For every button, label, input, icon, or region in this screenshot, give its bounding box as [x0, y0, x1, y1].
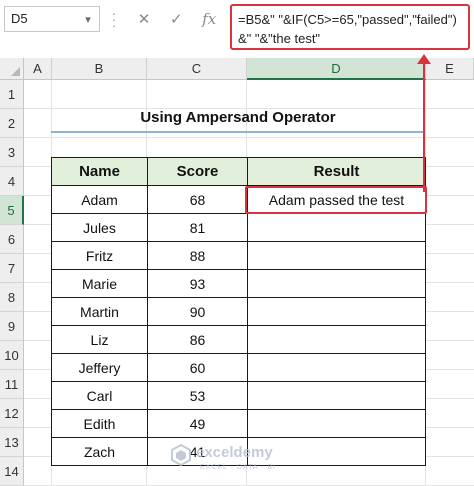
table-cell-score[interactable]: 93	[147, 269, 248, 298]
row-header-10[interactable]: 10	[0, 341, 24, 370]
row-header-4[interactable]: 4	[0, 167, 24, 196]
table-cell-result[interactable]	[247, 241, 426, 270]
exceldemy-watermark: exceldemy EXCEL · DATA · BI	[170, 440, 300, 480]
table-cell-result[interactable]	[247, 325, 426, 354]
row-header-3[interactable]: 3	[0, 138, 24, 167]
table-cell-score[interactable]: 81	[147, 213, 248, 242]
table-cell-name[interactable]: Edith	[51, 409, 148, 438]
column-header-a[interactable]: A	[24, 58, 52, 80]
row-header-14[interactable]: 14	[0, 457, 24, 486]
title-underline	[51, 131, 425, 133]
watermark-brand: exceldemy	[196, 444, 273, 461]
callout-connector	[423, 56, 425, 192]
table-cell-score[interactable]: 49	[147, 409, 248, 438]
table-cell-result[interactable]	[247, 297, 426, 326]
row-header-9[interactable]: 9	[0, 312, 24, 341]
table-cell-score[interactable]: 90	[147, 297, 248, 326]
row-header-2[interactable]: 2	[0, 109, 24, 138]
table-cell-name[interactable]: Adam	[51, 185, 148, 214]
table-cell-name[interactable]: Jeffery	[51, 353, 148, 382]
column-header-e[interactable]: E	[426, 58, 474, 80]
table-cell-name[interactable]: Martin	[51, 297, 148, 326]
row-header-5[interactable]: 5	[0, 196, 24, 225]
formula-input[interactable]: =B5&" "&IF(C5>=65,"passed","failed") &" …	[230, 4, 470, 50]
row-header-11[interactable]: 11	[0, 370, 24, 399]
table-header-name[interactable]: Name	[51, 157, 148, 186]
formula-buttons: ✕ ✓ fx	[128, 6, 226, 32]
table-cell-score[interactable]: 53	[147, 381, 248, 410]
watermark-tagline: EXCEL · DATA · BI	[200, 464, 276, 471]
more-options-icon[interactable]: · · ·	[108, 6, 120, 32]
row-header-8[interactable]: 8	[0, 283, 24, 312]
row-header-7[interactable]: 7	[0, 254, 24, 283]
select-all-corner[interactable]	[0, 58, 24, 80]
row-header-12[interactable]: 12	[0, 399, 24, 428]
row-header-1[interactable]: 1	[0, 80, 24, 109]
table-cell-name[interactable]: Carl	[51, 381, 148, 410]
row-header-13[interactable]: 13	[0, 428, 24, 457]
callout-arrowhead	[417, 54, 431, 64]
table-cell-score[interactable]: 86	[147, 325, 248, 354]
table-cell-name[interactable]: Marie	[51, 269, 148, 298]
row-header-6[interactable]: 6	[0, 225, 24, 254]
insert-function-icon[interactable]: fx	[202, 10, 216, 28]
table-cell-result[interactable]	[247, 269, 426, 298]
sheet-title: Using Ampersand Operator	[140, 109, 336, 126]
table-cell-name[interactable]: Jules	[51, 213, 148, 242]
confirm-icon[interactable]: ✓	[170, 10, 183, 28]
table-header-score[interactable]: Score	[147, 157, 248, 186]
table-cell-result[interactable]	[247, 213, 426, 242]
table-cell-result[interactable]	[247, 409, 426, 438]
column-header-c[interactable]: C	[147, 58, 247, 80]
column-header-d[interactable]: D	[247, 58, 426, 80]
table-cell-score[interactable]: 68	[147, 185, 248, 214]
exceldemy-logo-icon	[171, 444, 191, 466]
table-cell-name[interactable]: Liz	[51, 325, 148, 354]
table-cell-name[interactable]: Zach	[51, 437, 148, 466]
table-cell-score[interactable]: 60	[147, 353, 248, 382]
cancel-icon[interactable]: ✕	[138, 10, 151, 28]
column-header-b[interactable]: B	[52, 58, 147, 80]
table-header-result[interactable]: Result	[247, 157, 426, 186]
selected-cell-d5[interactable]	[245, 186, 427, 214]
table-cell-name[interactable]: Fritz	[51, 241, 148, 270]
name-box-dropdown-icon[interactable]: ▾	[80, 7, 96, 31]
table-cell-score[interactable]: 88	[147, 241, 248, 270]
table-cell-result[interactable]	[247, 353, 426, 382]
table-cell-result[interactable]	[247, 381, 426, 410]
